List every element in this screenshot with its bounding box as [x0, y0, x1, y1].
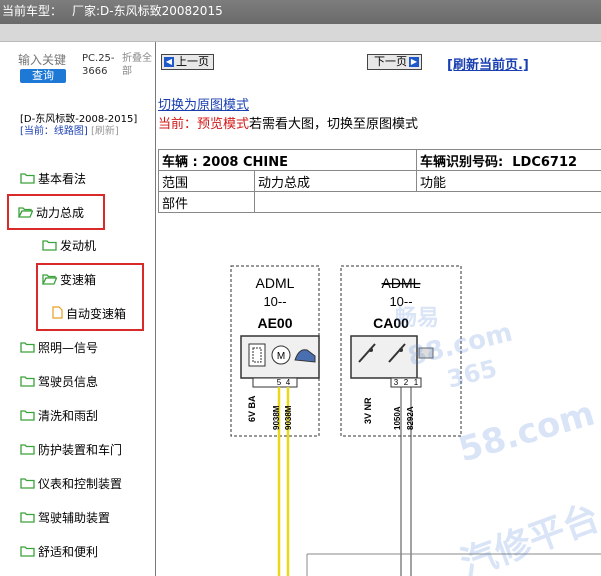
sidebar-item-label: 发动机 — [60, 239, 97, 253]
vehicle-label: 当前车型： — [2, 4, 63, 18]
box1-pin: 4 — [286, 378, 291, 387]
breadcrumb-root: [D-东风标致-2008-2015] — [20, 114, 138, 125]
box2-left-label: 3V NR — [363, 397, 373, 424]
vin-value: LDC6712 — [512, 154, 578, 170]
box1-wire1: 9038M — [272, 405, 281, 430]
arrow-right-icon: ▶ — [409, 57, 419, 67]
watermark-text: 畅易 — [395, 306, 440, 331]
sidebar-item-label: 驾驶辅助装置 — [38, 511, 111, 525]
sidebar-item[interactable]: 舒适和便利 — [20, 542, 98, 562]
parts-value-cell — [254, 191, 601, 213]
powertrain-cell: 动力总成 — [254, 170, 417, 192]
content-pane: ◀ 上一页 下一页 ▶ [刷新当前页.] 切换为原图模式 当前：预览模式若需看大图，… — [157, 42, 601, 576]
sidebar-item[interactable]: 发动机 — [42, 236, 96, 256]
switch-dot — [369, 348, 373, 352]
sidebar-item[interactable]: 动力总成 — [17, 203, 85, 224]
maker-text: 厂家:D-东风标致20082015 — [72, 4, 223, 18]
box1-left-label: 6V BA — [247, 395, 257, 422]
box2-pin: 3 — [394, 378, 399, 387]
vin-cell: 车辆识别号码: LDC6712 — [416, 149, 601, 171]
folder-icon — [20, 543, 35, 563]
fold-all-button[interactable]: 折叠全部 — [122, 52, 156, 78]
folder-icon — [20, 339, 35, 359]
box1-name: ADML — [256, 275, 295, 291]
search-area: 查询 PC.25-3666 折叠全部 — [18, 52, 158, 92]
sidebar-item-label: 清洗和雨刮 — [38, 409, 99, 423]
box2-pin: 2 — [404, 378, 409, 387]
breadcrumb: [D-东风标致-2008-2015] [当前：线路图] [刷新] — [20, 114, 140, 138]
sidebar-item[interactable]: 驾驶员信息 — [20, 372, 98, 392]
sidebar-item-label: 舒适和便利 — [38, 545, 99, 559]
folder-open-icon — [17, 204, 34, 224]
mode-name: 预览模式 — [197, 117, 250, 132]
folder-icon — [20, 441, 35, 461]
box1-sub: 10-- — [263, 294, 286, 309]
box2-name: ADML — [382, 275, 421, 291]
search-input[interactable] — [18, 52, 66, 68]
sidebar: 查询 PC.25-3666 折叠全部 [D-东风标致-2008-2015] [当… — [0, 42, 156, 576]
sidebar-item-label: 仪表和控制装置 — [38, 477, 123, 491]
breadcrumb-current[interactable]: [当前：线路图] — [20, 126, 88, 137]
mode-prefix: 当前： — [158, 117, 198, 132]
folder-icon — [20, 509, 35, 529]
switch-mode-link[interactable]: 切换为原图模式 — [158, 94, 249, 113]
box2-pin: 1 — [414, 378, 419, 387]
sidebar-item[interactable]: 变速箱 — [41, 270, 97, 291]
folder-icon — [42, 237, 57, 257]
folder-icon — [20, 475, 35, 495]
title-bar: 当前车型： 厂家:D-东风标致20082015 — [0, 0, 601, 24]
next-page-label: 下一页 — [374, 55, 407, 68]
sidebar-item[interactable]: 清洗和雨刮 — [20, 406, 98, 426]
pc-code: PC.25-3666 — [82, 53, 115, 77]
sidebar-item-label: 照明—信号 — [38, 341, 99, 355]
range-cell: 范围 — [158, 170, 255, 192]
sidebar-item[interactable]: 自动变速箱 — [52, 304, 126, 324]
box1-wire2: 9038M — [284, 405, 293, 430]
sidebar-item[interactable]: 仪表和控制装置 — [20, 474, 122, 494]
query-button[interactable]: 查询 — [20, 69, 66, 83]
folder-icon — [20, 170, 35, 190]
sidebar-item[interactable]: 防护装置和车门 — [20, 440, 122, 460]
folder-icon — [20, 373, 35, 393]
box2-wire1: 1050A — [393, 406, 402, 430]
mode-status: 当前：预览模式若需看大图，切换至原图模式 — [158, 113, 418, 132]
box2-wire2: 8292A — [406, 406, 415, 430]
ecu-chip-icon — [248, 343, 266, 367]
refresh-page-link[interactable]: [刷新当前页.] — [447, 54, 529, 73]
next-page-button[interactable]: 下一页 ▶ — [367, 54, 422, 70]
sidebar-item-label: 动力总成 — [36, 206, 85, 220]
sidebar-item-label: 防护装置和车门 — [38, 443, 123, 457]
sidebar-item-label: 自动变速箱 — [66, 307, 127, 321]
sidebar-item[interactable]: 驾驶辅助装置 — [20, 508, 110, 528]
sidebar-item[interactable]: 基本看法 — [20, 169, 86, 189]
sidebar-item[interactable]: 照明—信号 — [20, 338, 98, 358]
sidebar-item-label: 变速箱 — [60, 273, 97, 287]
parts-cell: 部件 — [158, 191, 255, 213]
sidebar-item-label: 基本看法 — [38, 172, 87, 186]
vin-label: 车辆识别号码: — [420, 154, 504, 170]
breadcrumb-refresh[interactable]: [刷新] — [91, 126, 119, 137]
box1-connector — [252, 377, 298, 388]
document-icon — [52, 305, 63, 325]
vehicle-cell: 车辆 : 2008 CHINE — [158, 149, 417, 171]
folder-open-icon — [41, 271, 58, 291]
motor-icon-label: M — [277, 351, 285, 362]
vehicle-info-table: 车辆 : 2008 CHINE 车辆识别号码: LDC6712 范围 动力总成 … — [158, 149, 601, 213]
toolbar-strip — [0, 24, 601, 42]
switch-dot — [399, 348, 403, 352]
prev-page-label: 上一页 — [176, 55, 209, 68]
sidebar-item-label: 驾驶员信息 — [38, 375, 99, 389]
page-nav: ◀ 上一页 下一页 ▶ [刷新当前页.] — [157, 42, 601, 82]
box1-code: AE00 — [257, 315, 292, 331]
prev-page-button[interactable]: ◀ 上一页 — [161, 54, 214, 70]
arrow-left-icon: ◀ — [164, 57, 174, 67]
box1-pin: 5 — [277, 378, 282, 387]
function-cell: 功能 — [416, 170, 601, 192]
mode-suffix: 若需看大图，切换至原图模式 — [249, 117, 419, 132]
folder-icon — [20, 407, 35, 427]
